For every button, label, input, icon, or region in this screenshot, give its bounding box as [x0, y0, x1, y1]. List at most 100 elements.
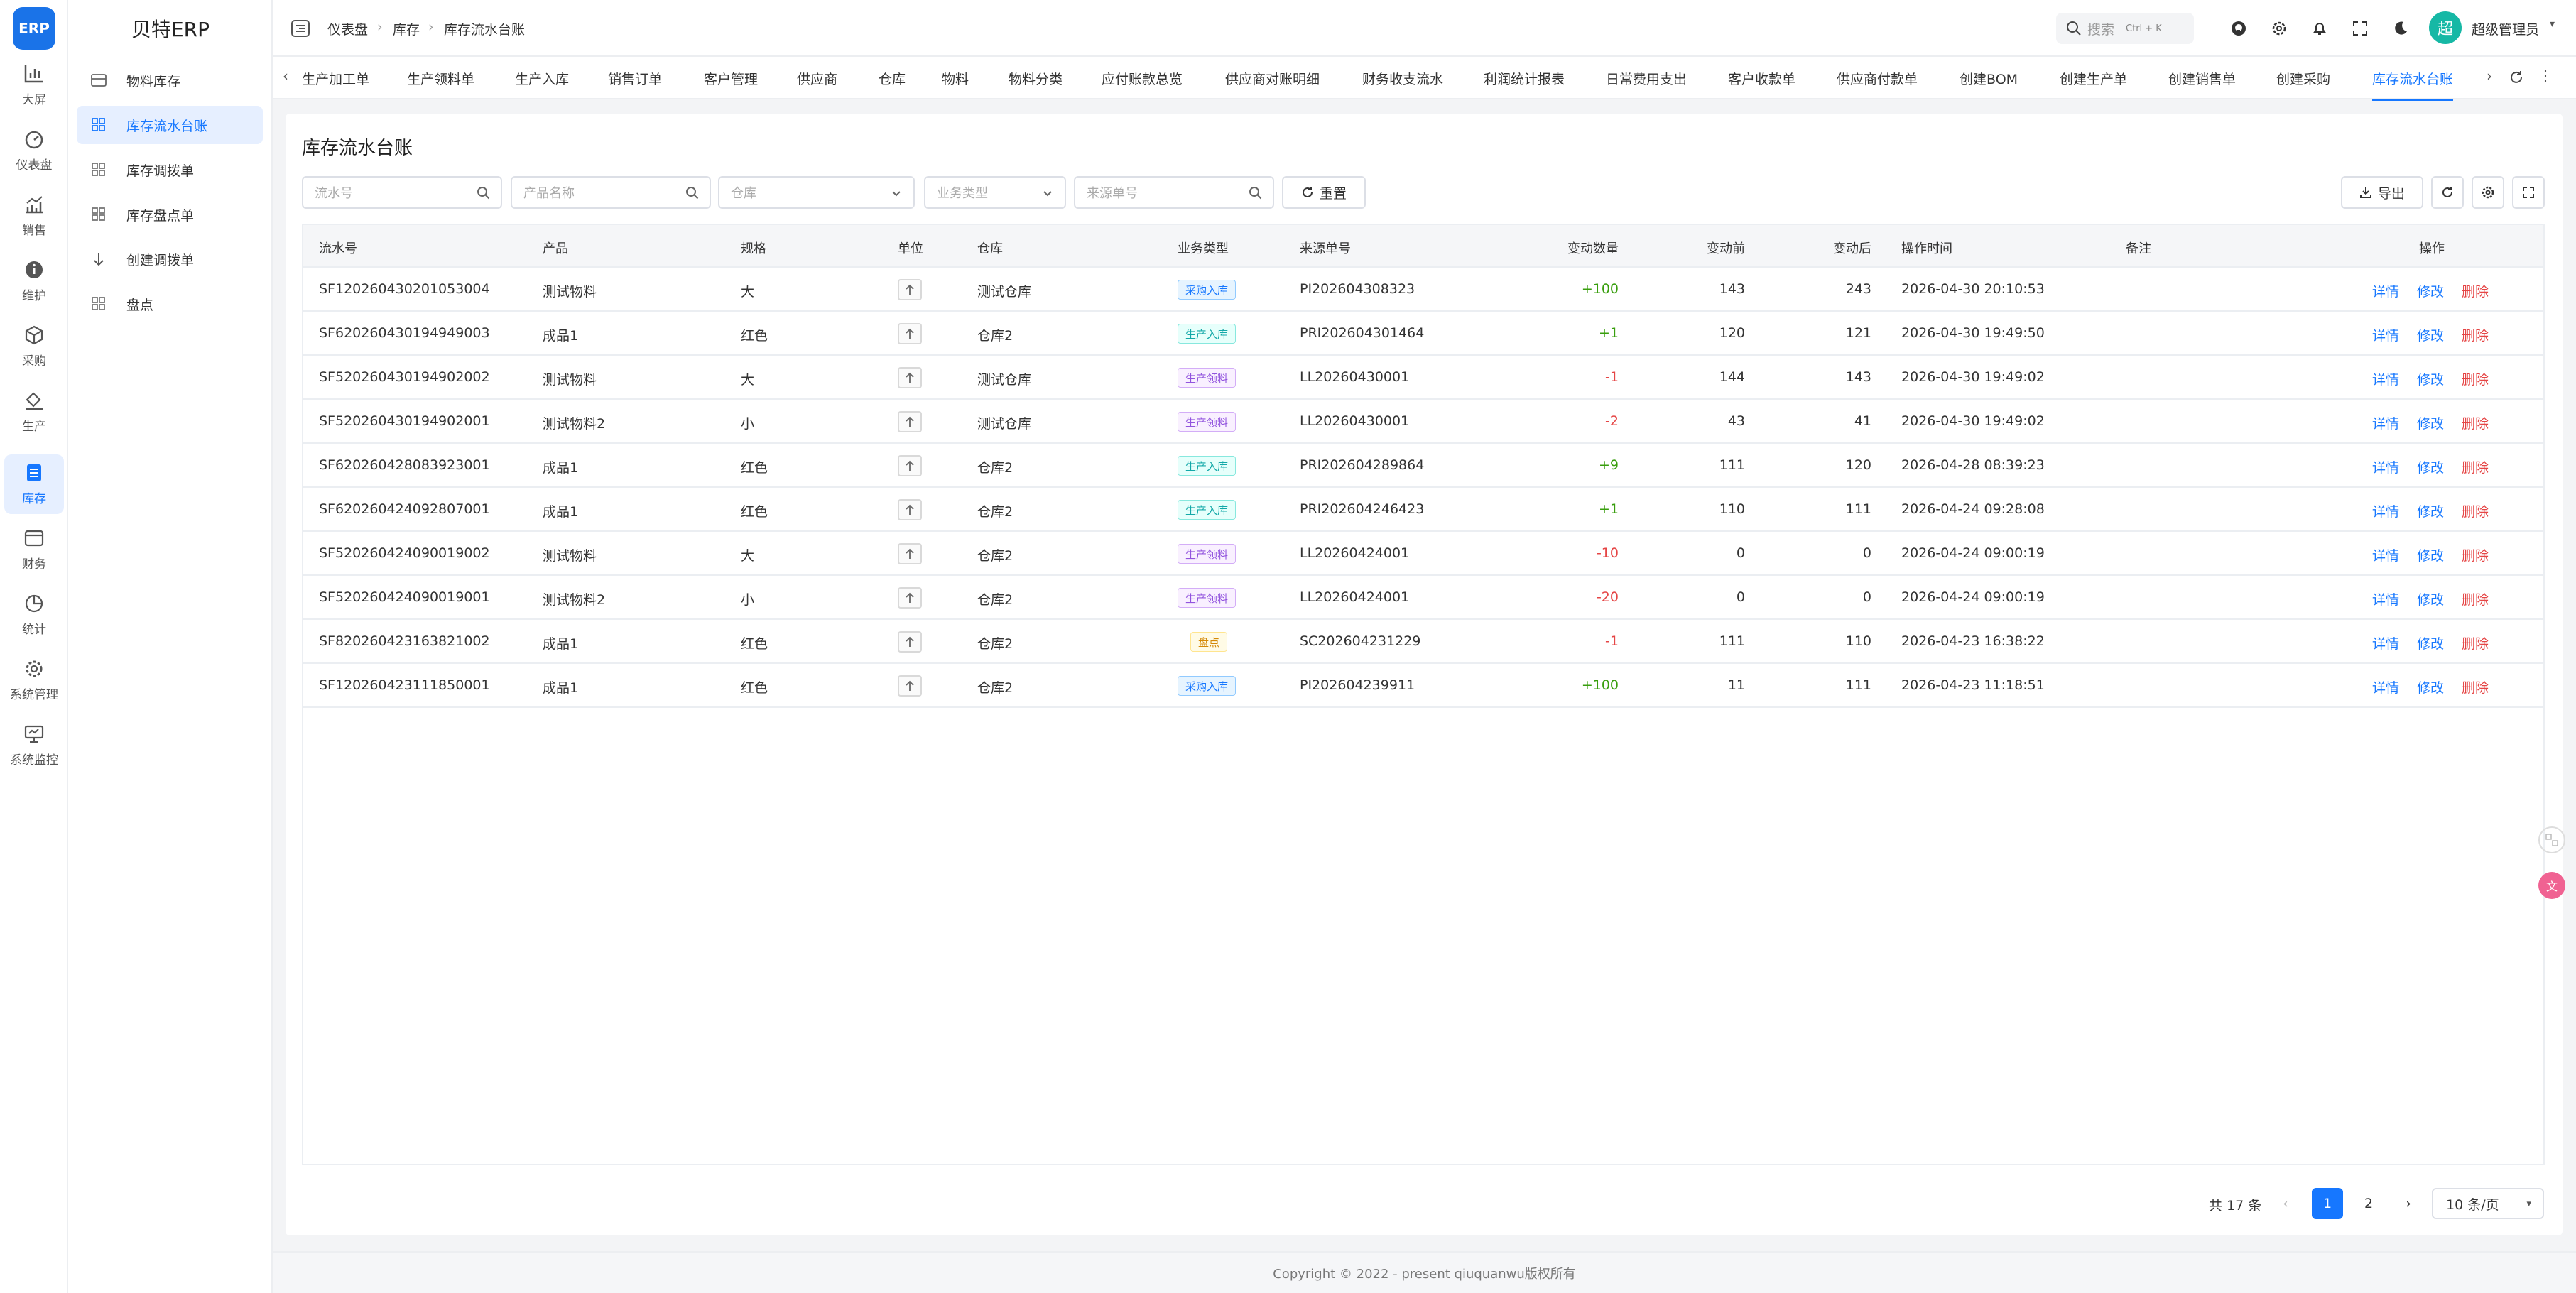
serial-filter-input[interactable]: 流水号 [302, 176, 502, 209]
detail-link[interactable]: 详情 [2372, 281, 2399, 300]
tab-item[interactable]: 创建采购 [2276, 69, 2330, 88]
github-icon[interactable] [2228, 18, 2249, 39]
column-header[interactable]: 操作 [2419, 239, 2445, 257]
tab-scroll-left-icon[interactable]: ‹ [283, 67, 288, 84]
tab-item[interactable]: 物料 [942, 69, 969, 88]
warehouse-filter-select[interactable]: 仓库 [718, 176, 915, 209]
tab-item[interactable]: 客户收款单 [1728, 69, 1795, 88]
edit-link[interactable]: 修改 [2417, 501, 2444, 520]
rail-item-10[interactable]: 系统监控 [4, 716, 64, 775]
settings-icon[interactable] [2268, 18, 2290, 39]
reset-button[interactable]: 重置 [1282, 176, 1366, 209]
tab-item[interactable]: 生产加工单 [302, 69, 369, 88]
column-header[interactable]: 操作时间 [1901, 239, 1952, 257]
tab-item[interactable]: 供应商 [797, 69, 837, 88]
more-icon[interactable]: ⋮ [2538, 67, 2553, 84]
tab-item[interactable]: 生产入库 [515, 69, 569, 88]
delete-link[interactable]: 删除 [2462, 369, 2489, 388]
rail-item-3[interactable]: 维护 [4, 251, 64, 311]
column-header[interactable]: 业务类型 [1178, 239, 1229, 257]
edit-link[interactable]: 修改 [2417, 589, 2444, 609]
rail-item-9[interactable]: 系统管理 [4, 650, 64, 710]
delete-link[interactable]: 删除 [2462, 545, 2489, 564]
collapse-menu-icon[interactable] [291, 20, 310, 37]
user-name[interactable]: 超级管理员 [2472, 19, 2539, 38]
bell-icon[interactable] [2309, 18, 2330, 39]
delete-link[interactable]: 删除 [2462, 589, 2489, 609]
page-1-button[interactable]: 1 [2312, 1188, 2343, 1219]
tab-item[interactable]: 库存流水台账 [2372, 69, 2454, 101]
rail-item-8[interactable]: 统计 [4, 585, 64, 645]
submenu-item-4[interactable]: 创建调拨单 [77, 240, 263, 278]
tab-item[interactable]: 财务收支流水 [1362, 69, 1443, 88]
submenu-item-3[interactable]: 库存盘点单 [77, 195, 263, 234]
column-header[interactable]: 变动前 [1603, 239, 1745, 257]
table-refresh-button[interactable] [2431, 176, 2464, 209]
submenu-item-5[interactable]: 盘点 [77, 285, 263, 323]
column-header[interactable]: 备注 [2126, 239, 2151, 257]
tab-item[interactable]: 供应商付款单 [1837, 69, 1918, 88]
page-2-button[interactable]: 2 [2353, 1188, 2384, 1219]
column-header[interactable]: 流水号 [319, 239, 357, 257]
delete-link[interactable]: 删除 [2462, 457, 2489, 476]
column-header[interactable]: 变动数量 [1477, 239, 1619, 257]
refresh-tab-icon[interactable] [2509, 70, 2524, 85]
dark-mode-icon[interactable] [2390, 18, 2411, 39]
column-header[interactable]: 规格 [741, 239, 766, 257]
delete-link[interactable]: 删除 [2462, 413, 2489, 432]
detail-link[interactable]: 详情 [2372, 325, 2399, 344]
edit-link[interactable]: 修改 [2417, 633, 2444, 653]
rail-item-5[interactable]: 生产 [4, 382, 64, 442]
column-header[interactable]: 来源单号 [1300, 239, 1351, 257]
export-button[interactable]: 导出 [2341, 176, 2423, 209]
breadcrumb-item-inventory[interactable]: 库存 [393, 19, 420, 38]
page-size-select[interactable]: 10 条/页 ▾ [2432, 1188, 2544, 1219]
tab-item[interactable]: 物料分类 [1009, 69, 1063, 88]
tab-item[interactable]: 创建生产单 [2060, 69, 2127, 88]
edit-link[interactable]: 修改 [2417, 325, 2444, 344]
detail-link[interactable]: 详情 [2372, 589, 2399, 609]
detail-link[interactable]: 详情 [2372, 369, 2399, 388]
tab-item[interactable]: 客户管理 [704, 69, 758, 88]
delete-link[interactable]: 删除 [2462, 633, 2489, 653]
edit-link[interactable]: 修改 [2417, 677, 2444, 697]
column-header[interactable]: 产品 [543, 239, 568, 257]
tab-item[interactable]: 创建销售单 [2168, 69, 2236, 88]
detail-link[interactable]: 详情 [2372, 633, 2399, 653]
column-settings-button[interactable] [2472, 176, 2504, 209]
edit-link[interactable]: 修改 [2417, 281, 2444, 300]
detail-link[interactable]: 详情 [2372, 545, 2399, 564]
column-header[interactable]: 仓库 [977, 239, 1003, 257]
tab-item[interactable]: 创建BOM [1960, 69, 2018, 88]
edit-link[interactable]: 修改 [2417, 369, 2444, 388]
fullscreen-icon[interactable] [2349, 18, 2371, 39]
tab-item[interactable]: 利润统计报表 [1484, 69, 1565, 88]
tab-item[interactable]: 仓库 [879, 69, 906, 88]
logo[interactable]: ERP [13, 7, 55, 50]
edit-link[interactable]: 修改 [2417, 545, 2444, 564]
edit-link[interactable]: 修改 [2417, 457, 2444, 476]
grid-float-icon[interactable] [2538, 826, 2565, 853]
column-header[interactable]: 变动后 [1729, 239, 1871, 257]
rail-item-0[interactable]: 大屏 [4, 55, 64, 115]
delete-link[interactable]: 删除 [2462, 325, 2489, 344]
global-search[interactable]: 搜索 Ctrl + K [2056, 13, 2194, 44]
delete-link[interactable]: 删除 [2462, 501, 2489, 520]
edit-link[interactable]: 修改 [2417, 413, 2444, 432]
tab-item[interactable]: 应付账款总览 [1102, 69, 1183, 88]
source-filter-input[interactable]: 来源单号 [1074, 176, 1274, 209]
tab-item[interactable]: 销售订单 [608, 69, 662, 88]
rail-item-6[interactable]: 库存 [4, 454, 64, 514]
tab-scroll-right-icon[interactable]: › [2487, 67, 2492, 84]
submenu-item-1[interactable]: 库存流水台账 [77, 106, 263, 144]
translate-float-icon[interactable]: 文 [2538, 872, 2565, 899]
breadcrumb-item-dashboard[interactable]: 仪表盘 [327, 19, 368, 38]
next-page-button[interactable]: › [2393, 1188, 2424, 1219]
product-filter-input[interactable]: 产品名称 [511, 176, 711, 209]
biz-type-filter-select[interactable]: 业务类型 [924, 176, 1066, 209]
prev-page-button[interactable]: ‹ [2270, 1188, 2301, 1219]
detail-link[interactable]: 详情 [2372, 501, 2399, 520]
detail-link[interactable]: 详情 [2372, 677, 2399, 697]
submenu-item-0[interactable]: 物料库存 [77, 61, 263, 99]
chevron-down-icon[interactable]: ▾ [2550, 18, 2555, 30]
